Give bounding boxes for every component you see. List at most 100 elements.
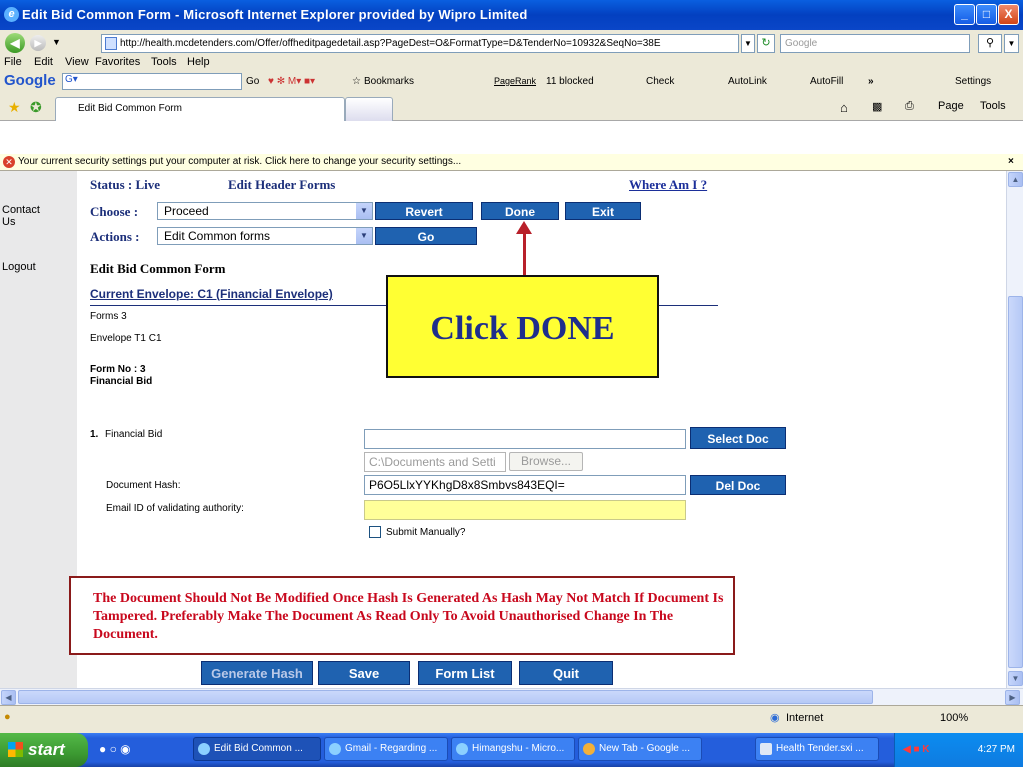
- horizontal-scrollbar[interactable]: ◀ ▶: [0, 688, 1023, 705]
- choose-value: Proceed: [164, 204, 209, 218]
- hash-field[interactable]: P6O5LlxYYKhgD8x8Smbvs843EQI=: [364, 475, 686, 495]
- autofill-button[interactable]: AutoFill: [810, 76, 843, 87]
- add-favorites-icon[interactable]: ✪: [30, 99, 42, 116]
- page-menu[interactable]: Page: [938, 100, 964, 112]
- ie-icon: [456, 743, 468, 755]
- envelope-info: Envelope T1 C1: [90, 333, 162, 344]
- contact-us-link[interactable]: Contact Us: [2, 204, 52, 228]
- left-nav: Contact Us Logout: [0, 171, 77, 688]
- taskbar-item-label: Edit Bid Common ...: [214, 743, 303, 754]
- popup-blocked[interactable]: 11 blocked: [546, 76, 594, 87]
- scroll-right-icon[interactable]: ▶: [1005, 690, 1020, 705]
- where-am-i-link[interactable]: Where Am I ?: [629, 177, 707, 193]
- form-name: Financial Bid: [90, 376, 153, 387]
- google-search-input[interactable]: G▾: [62, 73, 242, 90]
- email-field[interactable]: [364, 500, 686, 520]
- search-options-icon[interactable]: ▼: [1004, 34, 1019, 53]
- toolbar-more[interactable]: »: [868, 76, 874, 87]
- chevron-down-icon: ▼: [356, 203, 372, 219]
- scroll-thumb[interactable]: [1008, 296, 1023, 668]
- browse-button[interactable]: Browse...: [509, 452, 583, 471]
- feeds-icon[interactable]: ▩: [872, 100, 882, 113]
- url-text: http://health.mcdetenders.com/Offer/offh…: [120, 38, 661, 49]
- menu-help[interactable]: Help: [187, 56, 210, 68]
- quit-button[interactable]: Quit: [519, 661, 613, 685]
- generate-hash-button[interactable]: Generate Hash: [201, 661, 313, 685]
- choose-select[interactable]: Proceed ▼: [157, 202, 373, 220]
- forward-button[interactable]: ▶: [30, 35, 46, 51]
- tab-label: Edit Bid Common Form: [78, 103, 182, 114]
- menu-edit[interactable]: Edit: [34, 56, 53, 68]
- menu-file[interactable]: File: [4, 56, 22, 68]
- search-field[interactable]: Google: [780, 34, 970, 53]
- document-name-field[interactable]: [364, 429, 686, 449]
- tray-icons[interactable]: ◀ ■ K: [903, 733, 930, 766]
- scroll-down-icon[interactable]: ▼: [1008, 671, 1023, 686]
- search-icon[interactable]: ⚲: [978, 34, 1002, 53]
- scroll-up-icon[interactable]: ▲: [1008, 172, 1023, 187]
- maximize-button[interactable]: □: [976, 4, 997, 25]
- toolbar-icons[interactable]: ♥ ✻ M▾ ■▾: [268, 76, 315, 87]
- google-go-button[interactable]: Go: [246, 76, 259, 87]
- new-tab[interactable]: [345, 97, 393, 121]
- url-dropdown-icon[interactable]: ▼: [741, 34, 755, 53]
- infobar-text: Your current security settings put your …: [18, 156, 462, 167]
- taskbar-item-new-tab[interactable]: New Tab - Google ...: [578, 737, 702, 761]
- back-button[interactable]: ◀: [5, 33, 25, 53]
- bookmarks-icon[interactable]: ☆: [352, 76, 361, 87]
- settings-button[interactable]: Settings: [955, 76, 991, 87]
- close-button[interactable]: X: [998, 4, 1019, 25]
- revert-button[interactable]: Revert: [375, 202, 473, 220]
- done-button[interactable]: Done: [481, 202, 559, 220]
- favorites-star-icon[interactable]: ★: [8, 99, 21, 116]
- menu-tools[interactable]: Tools: [151, 56, 177, 68]
- actions-select[interactable]: Edit Common forms ▼: [157, 227, 373, 245]
- pagerank-button[interactable]: PageRank: [494, 76, 536, 86]
- taskbar-item-edit-bid[interactable]: Edit Bid Common ...: [193, 737, 321, 761]
- menu-favorites[interactable]: Favorites: [95, 56, 140, 68]
- url-field[interactable]: http://health.mcdetenders.com/Offer/offh…: [101, 34, 739, 53]
- logout-link[interactable]: Logout: [2, 261, 36, 273]
- edit-header-forms-link[interactable]: Edit Header Forms: [228, 177, 335, 193]
- taskbar-item-health-tender[interactable]: Health Tender.sxi ...: [755, 737, 879, 761]
- scroll-left-icon[interactable]: ◀: [1, 690, 16, 705]
- exit-button[interactable]: Exit: [565, 202, 641, 220]
- go-button[interactable]: Go: [375, 227, 477, 245]
- form-list-button[interactable]: Form List: [418, 661, 512, 685]
- check-button[interactable]: Check: [646, 76, 674, 87]
- tab-active[interactable]: Edit Bid Common Form: [55, 97, 345, 121]
- bookmarks-button[interactable]: Bookmarks: [364, 76, 414, 87]
- save-button[interactable]: Save: [318, 661, 410, 685]
- security-infobar[interactable]: ✕ Your current security settings put you…: [0, 154, 1023, 171]
- submit-manually-checkbox[interactable]: [369, 526, 381, 538]
- ie-icon: e: [4, 7, 19, 22]
- hscroll-thumb[interactable]: [18, 690, 873, 704]
- history-dropdown-icon[interactable]: ▼: [52, 37, 61, 47]
- taskbar-item-gmail[interactable]: Gmail - Regarding ...: [324, 737, 448, 761]
- start-button[interactable]: start: [0, 733, 88, 767]
- file-path-field[interactable]: C:\Documents and Setti: [364, 452, 506, 472]
- vertical-scrollbar[interactable]: ▲ ▼: [1006, 171, 1023, 688]
- instruction-callout: Click DONE: [386, 275, 659, 378]
- taskbar: start ● ○ ◉ Edit Bid Common ... Gmail - …: [0, 733, 1023, 767]
- autolink-button[interactable]: AutoLink: [728, 76, 767, 87]
- warning-icon: ✕: [3, 156, 15, 168]
- taskbar-item-himangshu[interactable]: Himangshu - Micro...: [451, 737, 575, 761]
- select-doc-button[interactable]: Select Doc: [690, 427, 786, 449]
- menu-view[interactable]: View: [65, 56, 89, 68]
- zoom-level[interactable]: 100%: [940, 712, 968, 724]
- taskbar-item-label: Health Tender.sxi ...: [776, 743, 864, 754]
- browser-icon: [583, 743, 595, 755]
- minimize-button[interactable]: _: [954, 4, 975, 25]
- chevron-down-icon: ▼: [356, 228, 372, 244]
- del-doc-button[interactable]: Del Doc: [690, 475, 786, 495]
- print-icon[interactable]: ⎙: [905, 100, 914, 113]
- quicklaunch-icons[interactable]: ● ○ ◉: [99, 742, 131, 756]
- menu-bar: File Edit View Favorites Tools Help: [0, 53, 1023, 73]
- submit-manually-label: Submit Manually?: [386, 527, 466, 538]
- refresh-icon[interactable]: ↻: [757, 34, 775, 53]
- forms-count: Forms 3: [90, 311, 127, 322]
- tools-menu[interactable]: Tools: [980, 100, 1006, 112]
- home-icon[interactable]: ⌂: [840, 100, 848, 115]
- infobar-close-icon[interactable]: ×: [1008, 154, 1014, 170]
